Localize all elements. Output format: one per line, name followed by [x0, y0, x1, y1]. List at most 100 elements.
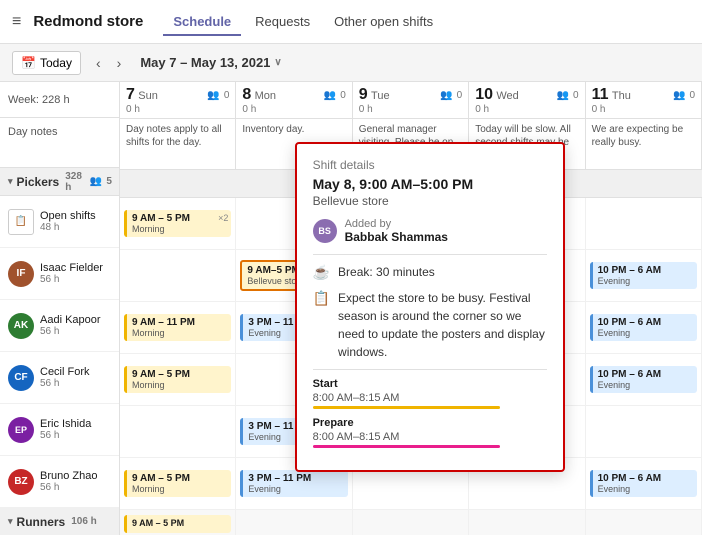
store-name: Redmond store — [33, 13, 143, 30]
aadi-shift-sun[interactable]: 9 AM – 11 PM Morning — [124, 314, 231, 341]
chevron-down-icon: ∨ — [274, 57, 281, 68]
day-header-wed: 10 Wed 👥 0 0 h — [469, 82, 585, 118]
avatar-cecil: CF — [8, 365, 34, 391]
day-notes-label: Day notes — [0, 118, 119, 168]
nav-items: Schedule Requests Other open shifts — [163, 8, 443, 35]
menu-icon[interactable]: ≡ — [12, 13, 21, 31]
runners-cell-mon — [236, 510, 352, 535]
nav-schedule[interactable]: Schedule — [163, 8, 241, 35]
avatar-bruno: BZ — [8, 469, 34, 495]
avatar-isaac: IF — [8, 261, 34, 287]
left-sidebar: Week: 228 h Day notes ▾ Pickers 328 h 👥 … — [0, 82, 120, 535]
break-icon: ☕ — [313, 264, 330, 281]
isaac-cell-thu: 10 PM – 6 AM Evening — [586, 250, 702, 301]
open-shifts-icon: 📋 — [8, 209, 34, 235]
cecil-cell-thu: 10 PM – 6 AM Evening — [586, 354, 702, 405]
runners-cell-tue — [353, 510, 469, 535]
isaac-cell-sun — [120, 250, 236, 301]
cecil-shift-sun[interactable]: 9 AM – 5 PM Morning — [124, 366, 231, 393]
bruno-shift-sun[interactable]: 9 AM – 5 PM Morning — [124, 470, 231, 497]
bruno-cell-sun: 9 AM – 5 PM Morning — [120, 458, 236, 509]
prev-week-button[interactable]: ‹ — [89, 52, 108, 74]
open-shifts-label: Open shifts — [40, 210, 96, 222]
top-nav: ≡ Redmond store Schedule Requests Other … — [0, 0, 702, 44]
day-header-sun: 7 Sun 👥 0 0 h — [120, 82, 236, 118]
popup-break-detail: ☕ Break: 30 minutes — [313, 263, 547, 281]
people-icon-sun: 👥 — [207, 90, 219, 101]
open-shifts-hours: 48 h — [40, 222, 96, 233]
popup-date: May 8, 9:00 AM–5:00 PM — [313, 176, 547, 192]
note-thu: We are expecting be really busy. — [586, 119, 702, 169]
bruno-cell-thu: 10 PM – 6 AM Evening — [586, 458, 702, 509]
eric-cell-thu — [586, 406, 702, 457]
shift-details-popup: Shift details May 8, 9:00 AM–5:00 PM Bel… — [295, 142, 565, 472]
person-row-isaac: IF Isaac Fielder 56 h — [0, 248, 119, 300]
date-range[interactable]: May 7 – May 13, 2021 ∨ — [140, 55, 281, 70]
aadi-cell-sun: 9 AM – 11 PM Morning — [120, 302, 236, 353]
day-header-thu: 11 Thu 👥 0 0 h — [586, 82, 702, 118]
prepare-bar — [313, 445, 500, 448]
sub-nav: 📅 Today ‹ › May 7 – May 13, 2021 ∨ — [0, 44, 702, 82]
person-name-bruno: Bruno Zhao — [40, 470, 97, 482]
avatar-eric: EP — [8, 417, 34, 443]
person-hours-eric: 56 h — [40, 430, 91, 441]
people-icon-thu: 👥 — [673, 90, 685, 101]
day-header-mon: 8 Mon 👥 0 0 h — [236, 82, 352, 118]
today-button[interactable]: 📅 Today — [12, 51, 81, 75]
person-row-bruno: BZ Bruno Zhao 56 h — [0, 456, 119, 508]
pickers-chevron-icon: ▾ — [8, 176, 13, 187]
cecil-shift-thu[interactable]: 10 PM – 6 AM Evening — [590, 366, 697, 393]
person-row-eric: EP Eric Ishida 56 h — [0, 404, 119, 456]
popup-title: Shift details — [313, 158, 547, 172]
avatar-aadi: AK — [8, 313, 34, 339]
popup-divider-1 — [313, 254, 547, 255]
people-icon-tue: 👥 — [440, 90, 452, 101]
runners-cell-wed — [469, 510, 585, 535]
popup-divider-2 — [313, 369, 547, 370]
person-row-aadi: AK Aadi Kapoor 56 h — [0, 300, 119, 352]
runners-cell-sun: 9 AM – 5 PM — [120, 510, 236, 535]
person-name-isaac: Isaac Fielder — [40, 262, 103, 274]
people-icon-wed: 👥 — [557, 90, 569, 101]
nav-requests[interactable]: Requests — [245, 8, 320, 35]
person-hours-isaac: 56 h — [40, 274, 103, 285]
person-hours-aadi: 56 h — [40, 326, 101, 337]
main-content: Week: 228 h Day notes ▾ Pickers 328 h 👥 … — [0, 82, 702, 535]
people-icon-mon: 👥 — [324, 90, 336, 101]
aadi-shift-thu[interactable]: 10 PM – 6 AM Evening — [590, 314, 697, 341]
pickers-group-header[interactable]: ▾ Pickers 328 h 👥 5 — [0, 168, 119, 196]
popup-added-avatar: BS — [313, 219, 337, 243]
calendar-area: 7 Sun 👥 0 0 h 8 Mon � — [120, 82, 702, 535]
runners-chevron-icon: ▾ — [8, 516, 13, 527]
note-icon: 📋 — [313, 290, 330, 307]
open-shift-cell-sun: 9 AM – 5 PM Morning ×2 — [120, 198, 236, 249]
isaac-shift-thu[interactable]: 10 PM – 6 AM Evening — [590, 262, 697, 289]
aadi-cell-thu: 10 PM – 6 AM Evening — [586, 302, 702, 353]
day-headers: 7 Sun 👥 0 0 h 8 Mon � — [120, 82, 702, 119]
runners-shift-row: 9 AM – 5 PM — [120, 510, 702, 535]
start-bar — [313, 406, 500, 409]
person-name-eric: Eric Ishida — [40, 418, 91, 430]
next-week-button[interactable]: › — [110, 52, 129, 74]
calendar-icon: 📅 — [21, 56, 36, 70]
popup-store: Bellevue store — [313, 194, 547, 208]
runners-cell-thu — [586, 510, 702, 535]
runners-shift-sun[interactable]: 9 AM – 5 PM — [124, 515, 231, 533]
person-name-aadi: Aadi Kapoor — [40, 314, 101, 326]
popup-start-section: Start 8:00 AM–8:15 AM — [313, 378, 547, 409]
runners-group-header[interactable]: ▾ Runners 106 h — [0, 508, 119, 535]
person-hours-cecil: 56 h — [40, 378, 90, 389]
popup-prepare-section: Prepare 8:00 AM–8:15 AM — [313, 417, 547, 448]
eric-cell-sun — [120, 406, 236, 457]
bruno-shift-mon[interactable]: 3 PM – 11 PM Evening — [240, 470, 347, 497]
nav-other-open-shifts[interactable]: Other open shifts — [324, 8, 443, 35]
week-info: Week: 228 h — [0, 82, 119, 118]
open-shift-sun[interactable]: 9 AM – 5 PM Morning ×2 — [124, 210, 231, 237]
cecil-cell-sun: 9 AM – 5 PM Morning — [120, 354, 236, 405]
person-row-cecil: CF Cecil Fork 56 h — [0, 352, 119, 404]
open-shift-cell-thu — [586, 198, 702, 249]
popup-note-detail: 📋 Expect the store to be busy. Festival … — [313, 289, 547, 361]
day-header-tue: 9 Tue 👥 0 0 h — [353, 82, 469, 118]
nav-arrows: ‹ › — [89, 52, 128, 74]
bruno-shift-thu[interactable]: 10 PM – 6 AM Evening — [590, 470, 697, 497]
